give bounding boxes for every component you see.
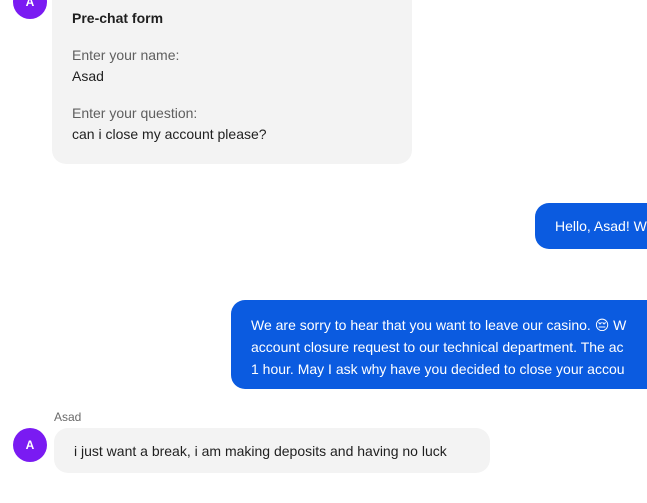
avatar-initial: A (25, 0, 35, 9)
name-value: Asad (72, 68, 104, 84)
sender-name: Asad (54, 410, 82, 424)
question-value: can i close my account please? (72, 126, 267, 142)
user-message: i just want a break, i am making deposit… (54, 428, 490, 473)
name-label: Enter your name: (72, 47, 180, 63)
avatar: A (13, 0, 47, 19)
agent-message: Hello, Asad! W (535, 203, 647, 249)
user-message-text: i just want a break, i am making deposit… (74, 443, 447, 459)
prechat-form-title: Pre-chat form (72, 10, 164, 26)
avatar: A (13, 428, 47, 462)
agent-message-line: We are sorry to hear that you want to le… (251, 317, 627, 333)
agent-message-line: 1 hour. May I ask why have you decided t… (251, 361, 625, 377)
agent-message: We are sorry to hear that you want to le… (231, 300, 647, 389)
prechat-form-card: Pre-chat form Enter your name: Asad Ente… (52, 0, 412, 164)
avatar-initial: A (25, 438, 35, 452)
agent-message-text: Hello, Asad! W (555, 218, 647, 234)
question-label: Enter your question: (72, 105, 198, 121)
agent-message-line: account closure request to our technical… (251, 339, 624, 355)
